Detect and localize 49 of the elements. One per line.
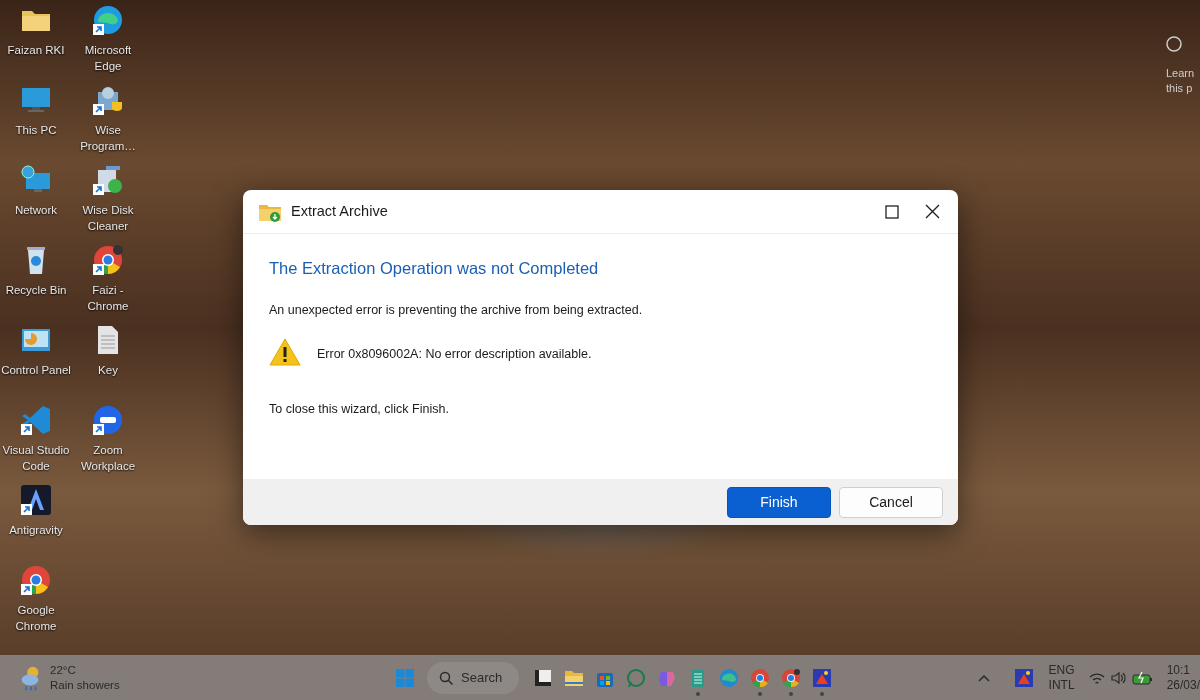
widget-text: this p [1166,81,1194,96]
clock-time: 10:1 [1166,662,1191,678]
installer-box-icon [92,84,124,116]
clock-date: 26/03/ [1166,677,1200,693]
browser-logo-icon [92,244,124,276]
game-art-icon [812,667,832,688]
search-box[interactable]: Search [427,661,519,694]
desktop-shortcut[interactable]: Control Panel [0,324,72,404]
message-text: An unexpected error is preventing the archive from being extracted. [269,301,644,319]
desktop-shortcut[interactable]: Antigravity [0,484,72,564]
instruction-text: To close this wizard, click Finish. [269,400,450,418]
windows-logo-icon [395,667,415,688]
window-title: Extract Archive [291,201,388,221]
primary-button[interactable]: Finish [727,486,831,518]
weather-text: Rain showers [50,677,120,693]
task-view-icon [533,667,553,688]
browser-logo-icon [750,667,770,688]
desktop-shortcut[interactable]: Key [72,324,144,404]
battery-icon [1131,670,1153,685]
secondary-button[interactable]: Cancel [839,486,943,518]
desktop-shortcut[interactable]: This PC [0,84,72,164]
letter-a-icon [20,484,52,516]
desktop-shortcut[interactable]: Faizi - Chrome [72,244,144,324]
desktop-shortcut[interactable]: Wise Disk Cleaner [72,164,144,244]
search-icon [439,670,453,685]
desktop-shortcut[interactable]: Network [0,164,72,244]
close-icon [924,204,940,219]
browser-logo-icon [781,667,801,688]
desktop-shortcut[interactable]: Visual Studio Code [0,404,72,484]
layout-text: INTL [1048,677,1075,693]
browser-logo-icon [20,564,52,596]
chat-bubble-icon [626,667,646,688]
desktop-shortcut[interactable]: Faizan RKI [0,4,72,84]
desktop-shortcut[interactable]: Zoom Workplace [72,404,144,484]
desktop-shortcut[interactable]: Microsoft Edge [72,4,144,84]
dialog-heading: The Extraction Operation was not Completed [269,258,600,279]
maximize-icon [885,204,899,219]
warning-icon [269,336,301,367]
ribbon-logo-icon [20,404,52,436]
speaker-icon [1110,670,1126,685]
game-art-icon [1013,667,1034,688]
error-text: Error 0x8096002A: No error description available. [317,345,592,363]
desktop-shortcut[interactable]: Google Chrome [0,564,72,644]
temperature-text: 22°C [50,662,77,678]
desktop-shortcut[interactable]: Recycle Bin [0,244,72,324]
circle-logo-icon [1166,36,1182,52]
language-text: ENG [1048,662,1075,678]
desktop-shortcut[interactable]: Wise Program… [72,84,144,164]
widget-text: Learn [1166,66,1196,81]
